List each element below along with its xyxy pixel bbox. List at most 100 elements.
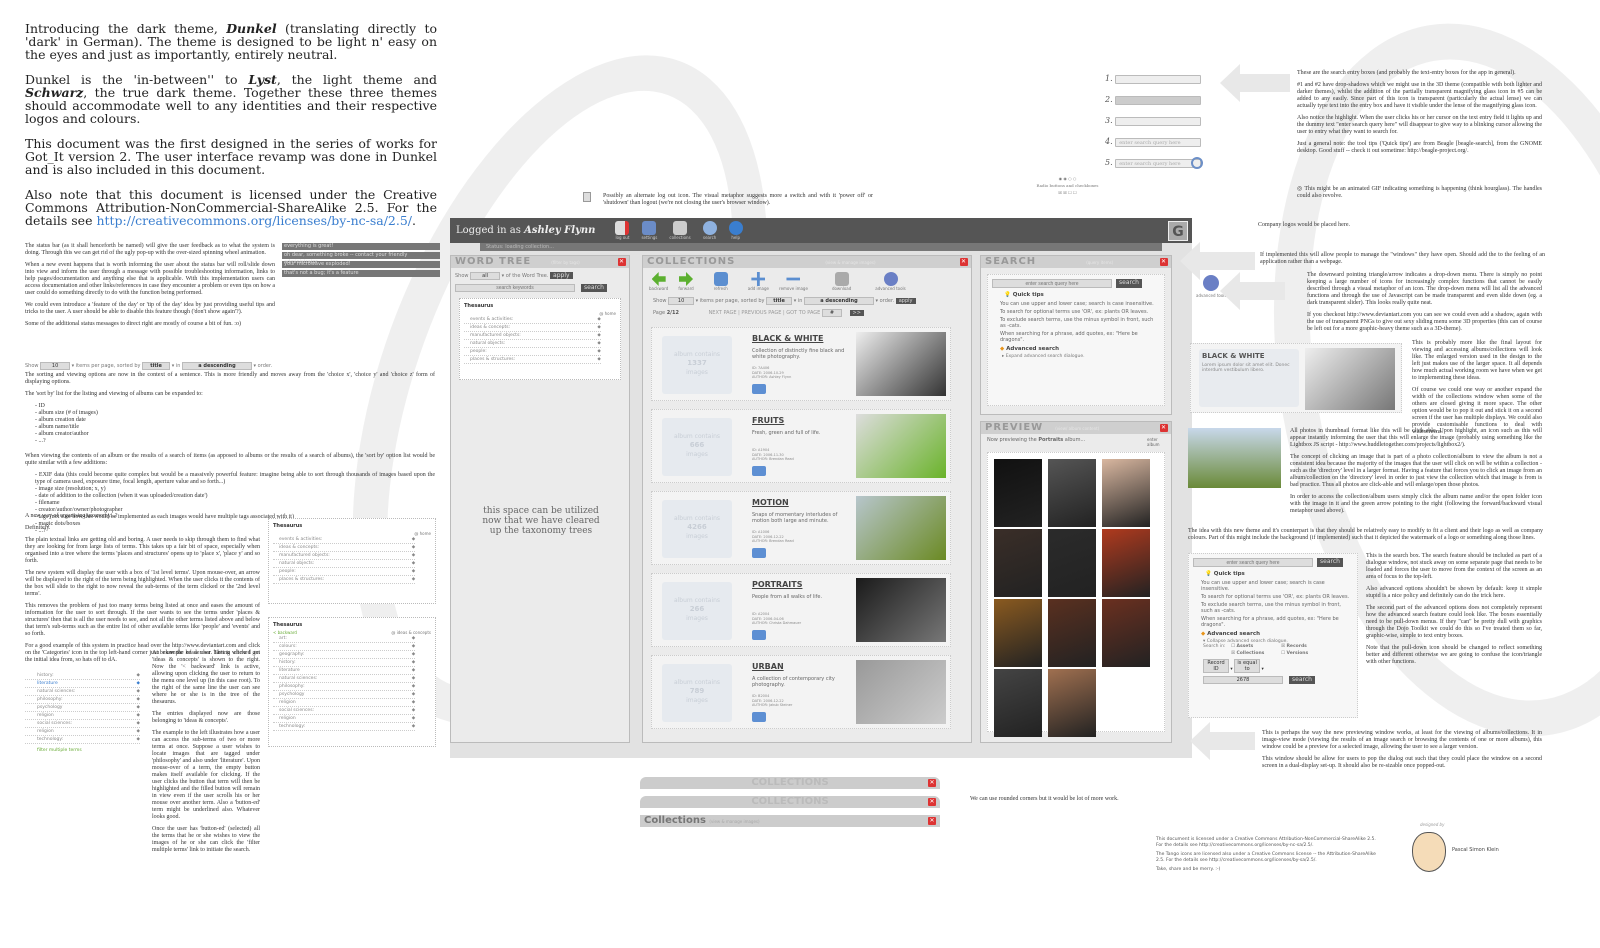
- enter-album-icon[interactable]: [752, 548, 766, 558]
- thesaurus-item[interactable]: history: ◆: [25, 672, 140, 680]
- album-photo[interactable]: [856, 660, 946, 724]
- checkbox-assets[interactable]: ☐ Assets: [1231, 644, 1281, 649]
- refresh-button[interactable]: refresh: [714, 272, 728, 291]
- close-icon[interactable]: ✕: [1160, 424, 1168, 432]
- thesaurus-item[interactable]: places & structures: ◆: [273, 576, 416, 584]
- help-button[interactable]: help: [728, 221, 743, 240]
- enter-album-icon[interactable]: [752, 466, 766, 476]
- thesaurus-item[interactable]: people: ◆: [464, 348, 601, 356]
- expand-advanced-search[interactable]: ▸ Expand advanced search dialogue.: [992, 354, 1160, 359]
- thesaurus-item[interactable]: natural sciences: ◆: [25, 688, 140, 696]
- thesaurus-item[interactable]: religion ◆: [25, 728, 140, 736]
- operator-select[interactable]: is equal to: [1234, 659, 1261, 673]
- search-query-input[interactable]: [1193, 558, 1313, 567]
- checkbox-collections[interactable]: ☒ Collections: [1231, 651, 1281, 656]
- search-button[interactable]: search: [702, 221, 717, 240]
- thesaurus-item[interactable]: art: ◆: [273, 635, 416, 643]
- folder-icon[interactable]: album contains 666 images: [662, 418, 732, 476]
- preview-thumbnail[interactable]: [1102, 529, 1150, 597]
- search-submit-button[interactable]: search: [1116, 279, 1142, 288]
- enter-album-icon[interactable]: [752, 630, 766, 640]
- thesaurus-item[interactable]: natural objects: ◆: [464, 340, 601, 348]
- logout-button[interactable]: log out: [615, 221, 630, 240]
- folder-icon[interactable]: album contains 4266 images: [662, 500, 732, 558]
- collapsed-window-bar[interactable]: Collections (view & manage images) ✕: [640, 815, 940, 827]
- backward-button[interactable]: backward: [649, 272, 668, 291]
- album-photo[interactable]: [856, 414, 946, 478]
- thesaurus-item[interactable]: social sciences: ◆: [273, 707, 416, 715]
- thesaurus-item[interactable]: manufactured objects: ◆: [273, 552, 416, 560]
- thesaurus-item[interactable]: philosophy: ◆: [273, 683, 416, 691]
- folder-icon[interactable]: album contains 266 images: [662, 582, 732, 640]
- preview-thumbnail[interactable]: [994, 459, 1042, 527]
- preview-thumbnail[interactable]: [1048, 529, 1096, 597]
- value-input[interactable]: 2678: [1203, 676, 1283, 684]
- thesaurus-item-selected[interactable]: literature ◆: [25, 680, 140, 688]
- add-image-button[interactable]: add image: [748, 272, 769, 291]
- next-page-link[interactable]: NEXT PAGE: [709, 310, 737, 316]
- collapsed-window-bar[interactable]: COLLECTIONS ✕: [640, 777, 940, 789]
- thesaurus-item[interactable]: ideas & concepts: ◆: [464, 324, 601, 332]
- preview-thumbnail[interactable]: [1102, 599, 1150, 667]
- order-select[interactable]: a descending: [181, 362, 252, 370]
- close-icon[interactable]: ✕: [928, 798, 936, 806]
- search-box-sample[interactable]: [1115, 116, 1202, 126]
- license-link[interactable]: http://creativecommons.org/licenses/by-n…: [96, 213, 412, 228]
- thesaurus-item[interactable]: colours: ◆: [273, 643, 416, 651]
- thesaurus-item[interactable]: geography: ◆: [273, 651, 416, 659]
- album-title-link[interactable]: MOTION: [752, 498, 789, 507]
- close-icon[interactable]: ✕: [928, 779, 936, 787]
- thesaurus-item[interactable]: natural objects: ◆: [273, 560, 416, 568]
- album-photo[interactable]: [856, 496, 946, 560]
- thesaurus-item[interactable]: places & structures: ◆: [464, 356, 601, 364]
- sort-by-select[interactable]: title: [766, 297, 793, 305]
- search-box-sample[interactable]: enter search query here: [1115, 158, 1202, 168]
- preview-thumbnail[interactable]: [1048, 669, 1096, 737]
- download-button[interactable]: download: [832, 272, 851, 291]
- keyword-search-input[interactable]: [455, 284, 575, 292]
- apply-button[interactable]: apply: [550, 272, 573, 279]
- thesaurus-item[interactable]: people: ◆: [273, 568, 416, 576]
- goto-page-input[interactable]: #: [821, 309, 842, 317]
- enter-album-button[interactable]: enter album: [1147, 437, 1165, 447]
- thesaurus-item[interactable]: psychology ◆: [273, 691, 416, 699]
- thesaurus-item[interactable]: history: ◆: [273, 659, 416, 667]
- collections-button[interactable]: collections: [669, 221, 691, 240]
- folder-icon[interactable]: album contains 1337 images: [662, 336, 732, 394]
- settings-button[interactable]: settings: [641, 221, 657, 240]
- album-photo[interactable]: [856, 332, 946, 396]
- thesaurus-item[interactable]: technology: ◆: [25, 736, 140, 744]
- preview-thumbnail[interactable]: [994, 599, 1042, 667]
- album-photo[interactable]: [1305, 348, 1395, 410]
- order-select[interactable]: a descending: [803, 297, 874, 305]
- folder-icon[interactable]: album contains 789 images: [662, 664, 732, 722]
- thesaurus-item[interactable]: manufactured objects: ◆: [464, 332, 601, 340]
- album-title-link[interactable]: URBAN: [752, 662, 784, 671]
- search-query-input[interactable]: [992, 279, 1112, 288]
- thesaurus-item[interactable]: psychology ◆: [25, 704, 140, 712]
- field-select[interactable]: Record ID: [1203, 659, 1229, 673]
- thesaurus-item[interactable]: religion ◆: [25, 712, 140, 720]
- forward-button[interactable]: forward: [678, 272, 694, 291]
- thesaurus-item[interactable]: social sciences: ◆: [25, 720, 140, 728]
- preview-thumbnail[interactable]: [1048, 599, 1096, 667]
- thesaurus-item[interactable]: natural sciences: ◆: [273, 675, 416, 683]
- thumbnail-sample[interactable]: [1188, 428, 1281, 488]
- search-button[interactable]: search: [581, 284, 607, 292]
- thesaurus-item[interactable]: religion ◆: [273, 699, 416, 707]
- items-per-page-select[interactable]: 10: [668, 297, 695, 305]
- checkbox-records[interactable]: ☒ Records: [1281, 644, 1331, 649]
- preview-thumbnail[interactable]: [1048, 459, 1096, 527]
- album-photo[interactable]: [856, 578, 946, 642]
- search-box-sample[interactable]: enter search query here: [1115, 137, 1202, 147]
- thesaurus-item[interactable]: ideas & concepts: ◆: [273, 544, 416, 552]
- preview-thumbnail[interactable]: [994, 529, 1042, 597]
- preview-thumbnail[interactable]: [1102, 459, 1150, 527]
- close-icon[interactable]: ✕: [618, 258, 626, 266]
- backward-link[interactable]: < backward: [273, 630, 297, 635]
- apply-button[interactable]: apply: [895, 298, 916, 304]
- close-icon[interactable]: ✕: [1160, 258, 1168, 266]
- preview-thumbnail[interactable]: [994, 669, 1042, 737]
- enter-album-icon[interactable]: [752, 712, 766, 722]
- wordtree-show-select[interactable]: all: [470, 272, 501, 280]
